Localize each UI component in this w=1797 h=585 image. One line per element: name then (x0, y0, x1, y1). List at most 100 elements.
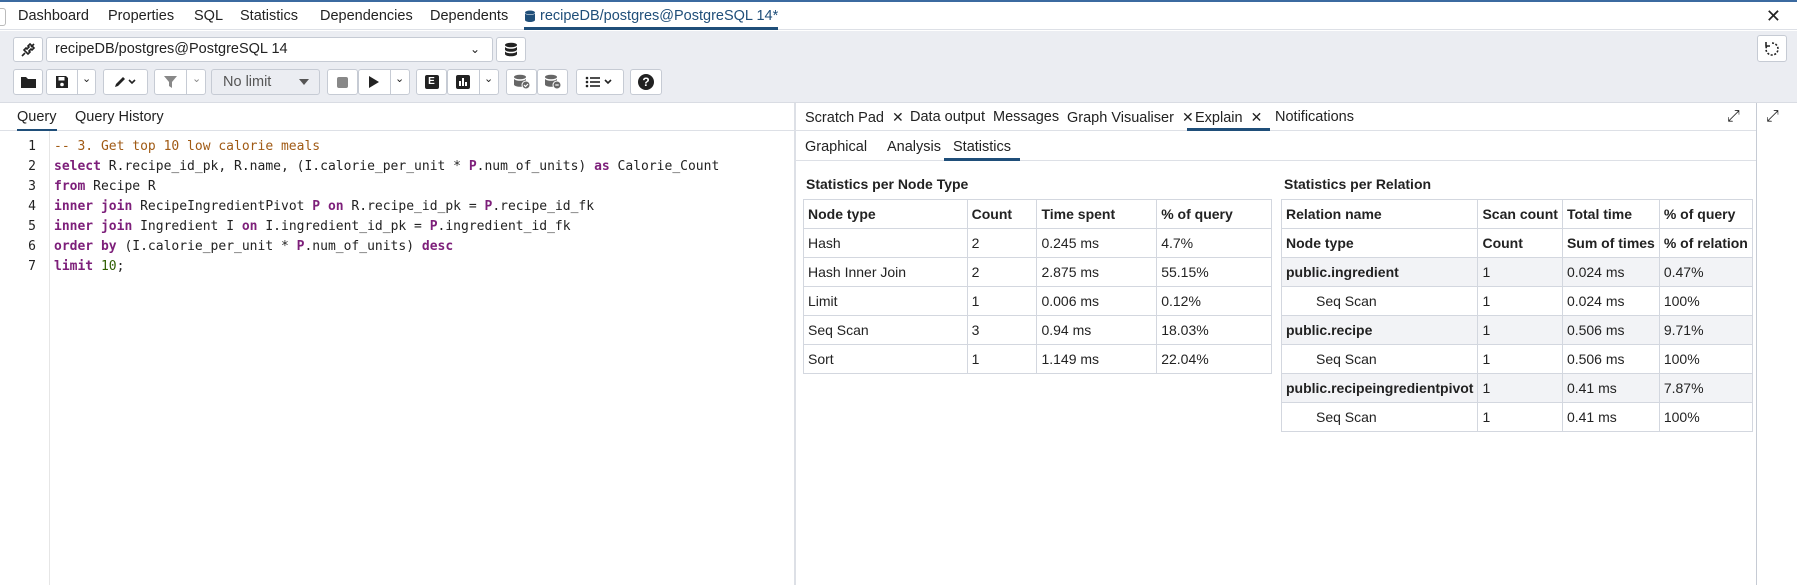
explain-analyze-button[interactable]: ⌄ (447, 69, 499, 95)
table-cell: 0.506 ms (1561, 315, 1660, 345)
explain-button[interactable]: E (416, 69, 447, 95)
rollback-button[interactable] (537, 69, 568, 95)
table-cell: 0.024 ms (1561, 286, 1660, 316)
table-cell: Node type (1280, 228, 1479, 258)
help-button[interactable]: ? (630, 69, 662, 95)
tab-statistics[interactable]: Statistics (240, 6, 298, 30)
connection-select[interactable]: recipeDB/postgres@PostgreSQL 14 ⌄ (46, 37, 493, 62)
relation-row: public.ingredient 1 0.024 ms 0.47% (1280, 257, 1753, 287)
table-cell: Relation name (1280, 199, 1479, 229)
tab-notifications[interactable]: Notifications (1275, 107, 1354, 131)
help-icon: ? (638, 74, 654, 90)
tab-messages[interactable]: Messages (993, 107, 1059, 131)
close-icon[interactable]: ✕ (892, 109, 904, 125)
relation-child-row: Seq Scan 1 0.024 ms 100% (1280, 286, 1753, 316)
filter-button[interactable]: ⌄ (154, 69, 206, 95)
table-cell: Scan count (1477, 199, 1563, 229)
database-icon (525, 10, 535, 22)
row-limit-value: No limit (223, 74, 272, 90)
tab-query-history[interactable]: Query History (75, 107, 164, 131)
table-cell: 2 (966, 257, 1038, 287)
refresh-icon (1765, 41, 1779, 56)
tab-sql[interactable]: SQL (194, 6, 223, 30)
tab-query-tool[interactable]: recipeDB/postgres@PostgreSQL 14* (524, 6, 779, 30)
tab-scratch-pad[interactable]: Scratch Pad ✕ (805, 107, 904, 131)
table-cell: 0.506 ms (1561, 344, 1660, 374)
tab-dependencies[interactable]: Dependencies (320, 6, 413, 30)
line-number: 5 (28, 219, 36, 234)
code-line: select R.recipe_id_pk, R.name, (I.calori… (54, 159, 720, 174)
save-icon (56, 76, 68, 88)
collapsed-panel-handle[interactable] (0, 8, 6, 26)
line-number: 4 (28, 199, 36, 214)
commit-button[interactable] (506, 69, 537, 95)
macros-button[interactable] (576, 69, 624, 95)
table-cell: 100% (1658, 402, 1753, 432)
tab-graphical[interactable]: Graphical (805, 137, 867, 161)
connection-status-button[interactable] (13, 37, 43, 62)
edit-pen-icon (114, 77, 136, 87)
right-edge-splitter (1756, 103, 1757, 585)
stop-icon (337, 76, 348, 88)
line-number: 1 (28, 139, 36, 154)
tab-dashboard[interactable]: Dashboard (18, 6, 89, 30)
tab-dependents[interactable]: Dependents (430, 6, 508, 30)
table-cell: 1 (1477, 373, 1563, 403)
tab-query-tool-label: recipeDB/postgres@PostgreSQL 14* (540, 8, 779, 24)
plug-icon (21, 42, 36, 57)
execute-button[interactable]: ⌄ (358, 69, 410, 95)
tab-explain[interactable]: Explain ✕ (1187, 107, 1271, 131)
expand-icon[interactable]: ⤢ (1766, 108, 1779, 126)
stop-button[interactable] (327, 69, 358, 95)
expand-icon[interactable]: ⤢ (1727, 108, 1740, 126)
explain-analyze-icon (456, 75, 470, 89)
table-cell: Sum of times (1561, 228, 1660, 258)
table-cell: 2.875 ms (1036, 257, 1158, 287)
tab-properties[interactable]: Properties (108, 6, 174, 30)
edit-button[interactable] (103, 69, 148, 95)
tab-statistics[interactable]: Statistics (944, 137, 1021, 161)
tab-data-output[interactable]: Data output (910, 107, 985, 131)
code-line: order by (I.calorie_per_unit * P.num_of_… (54, 239, 454, 254)
open-file-button[interactable] (13, 69, 43, 95)
rollback-icon (544, 74, 561, 90)
close-icon[interactable]: ✕ (1251, 109, 1263, 125)
table-cell: 55.15% (1156, 257, 1272, 287)
close-icon[interactable]: ✕ (1766, 7, 1781, 25)
line-number: 6 (28, 239, 36, 254)
table-cell: Node type (803, 199, 968, 229)
chevron-down-icon: ⌄ (395, 73, 405, 85)
table-cell: % of query (1658, 199, 1753, 229)
table-cell: 1 (1477, 257, 1563, 287)
editor-tabs: Query Query History (0, 103, 794, 131)
table-cell: Sort (803, 344, 968, 374)
save-file-button[interactable]: ⌄ (46, 69, 96, 95)
sql-editor[interactable]: 1 2 3 4 5 6 7 -- 3. Get top 10 low calor… (0, 131, 794, 585)
filter-icon (164, 76, 177, 88)
line-number: 2 (28, 159, 36, 174)
relation-stats-title: Statistics per Relation (1284, 176, 1432, 192)
tab-graph-visualiser[interactable]: Graph Visualiser ✕ (1067, 107, 1194, 131)
code-line: from Recipe R (54, 179, 156, 194)
macros-icon (585, 76, 612, 88)
table-cell: Count (966, 199, 1038, 229)
tab-query[interactable]: Query (17, 107, 57, 131)
table-cell: 9.71% (1658, 315, 1753, 345)
refresh-button[interactable] (1757, 35, 1787, 62)
explain-icon: E (424, 75, 439, 89)
node-stats-table: Node type Count Time spent% of query Hash 2 0… (803, 199, 1272, 374)
line-number: 3 (28, 179, 36, 194)
row-limit-select[interactable]: No limit (211, 69, 320, 95)
new-connection-button[interactable] (496, 37, 526, 62)
relation-child-row: Seq Scan 1 0.41 ms 100% (1280, 402, 1753, 432)
tab-analysis[interactable]: Analysis (887, 137, 941, 161)
table-cell: 4.7% (1156, 228, 1272, 258)
line-number-gutter: 1 2 3 4 5 6 7 (0, 131, 50, 585)
top-tab-bar: Dashboard Properties SQL Statistics Depe… (0, 0, 1797, 30)
chevron-down-icon: ⌄ (484, 73, 494, 85)
table-cell: 22.04% (1156, 344, 1272, 374)
relation-row: public.recipeingredientpivot 1 0.41 ms 7.87… (1280, 373, 1753, 403)
panel-splitter[interactable] (794, 103, 796, 585)
relation-row: public.recipe 1 0.506 ms 9.71% (1280, 315, 1753, 345)
table-cell: 18.03% (1156, 315, 1272, 345)
